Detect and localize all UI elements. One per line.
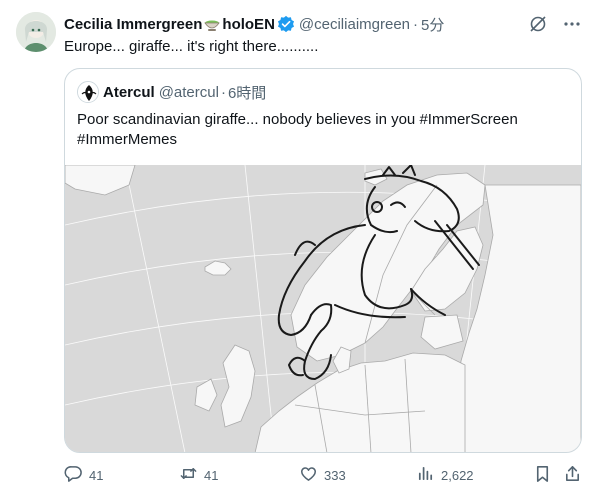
like-count: 333 xyxy=(324,467,346,483)
reply-icon xyxy=(64,464,83,486)
reply-button[interactable]: 41 xyxy=(64,464,103,486)
map-image[interactable] xyxy=(65,164,581,452)
quoted-author-avatar xyxy=(77,81,99,103)
header-actions xyxy=(528,14,582,38)
quoted-tweet-text-line: #ImmerMemes xyxy=(77,131,178,148)
tweet-action-bar: 41 41 333 2,622 xyxy=(64,462,584,486)
quoted-author-handle: @atercul xyxy=(158,83,219,101)
separator: · xyxy=(413,15,419,33)
views-count: 2,622 xyxy=(441,467,474,483)
like-icon xyxy=(299,464,318,486)
views-icon xyxy=(416,464,435,486)
author-name-suffix[interactable]: holoEN xyxy=(222,16,275,33)
quoted-tweet-header: Atercul @atercul · 6時間 xyxy=(77,81,266,103)
quoted-tweet[interactable]: Atercul @atercul · 6時間 Poor scandinavian… xyxy=(64,68,582,453)
tweet-timestamp[interactable]: 5分 xyxy=(421,14,444,35)
quoted-tweet-text: Poor scandinavian giraffe... nobody beli… xyxy=(77,110,569,150)
bookmark-icon xyxy=(533,464,552,486)
quoted-tweet-timestamp: 6時間 xyxy=(227,84,267,102)
author-handle[interactable]: @ceciliaimgreen xyxy=(299,16,410,33)
share-icon xyxy=(563,464,582,486)
quoted-author-display-name: Atercul xyxy=(103,83,155,101)
tweet-text: Europe... giraffe... it's right there...… xyxy=(64,38,319,55)
views-button[interactable]: 2,622 xyxy=(416,464,474,486)
repost-count: 41 xyxy=(204,467,219,483)
bookmark-button[interactable] xyxy=(533,464,552,486)
tea-bowl-icon xyxy=(203,15,221,33)
share-button[interactable] xyxy=(563,464,582,486)
separator: · xyxy=(220,83,226,101)
author-avatar[interactable] xyxy=(16,12,56,52)
repost-button[interactable]: 41 xyxy=(179,464,218,486)
repost-icon xyxy=(179,464,198,486)
grok-icon[interactable] xyxy=(528,14,548,38)
more-icon[interactable] xyxy=(562,14,582,38)
reply-count: 41 xyxy=(89,467,104,483)
quoted-tweet-text-line: Poor scandinavian giraffe... nobody beli… xyxy=(77,111,518,128)
verified-badge-icon xyxy=(277,15,295,33)
like-button[interactable]: 333 xyxy=(299,464,346,486)
author-display-name[interactable]: Cecilia Immergreen xyxy=(64,16,202,33)
tweet-header: Cecilia Immergreen holoEN @ceciliaimgree… xyxy=(64,14,582,34)
